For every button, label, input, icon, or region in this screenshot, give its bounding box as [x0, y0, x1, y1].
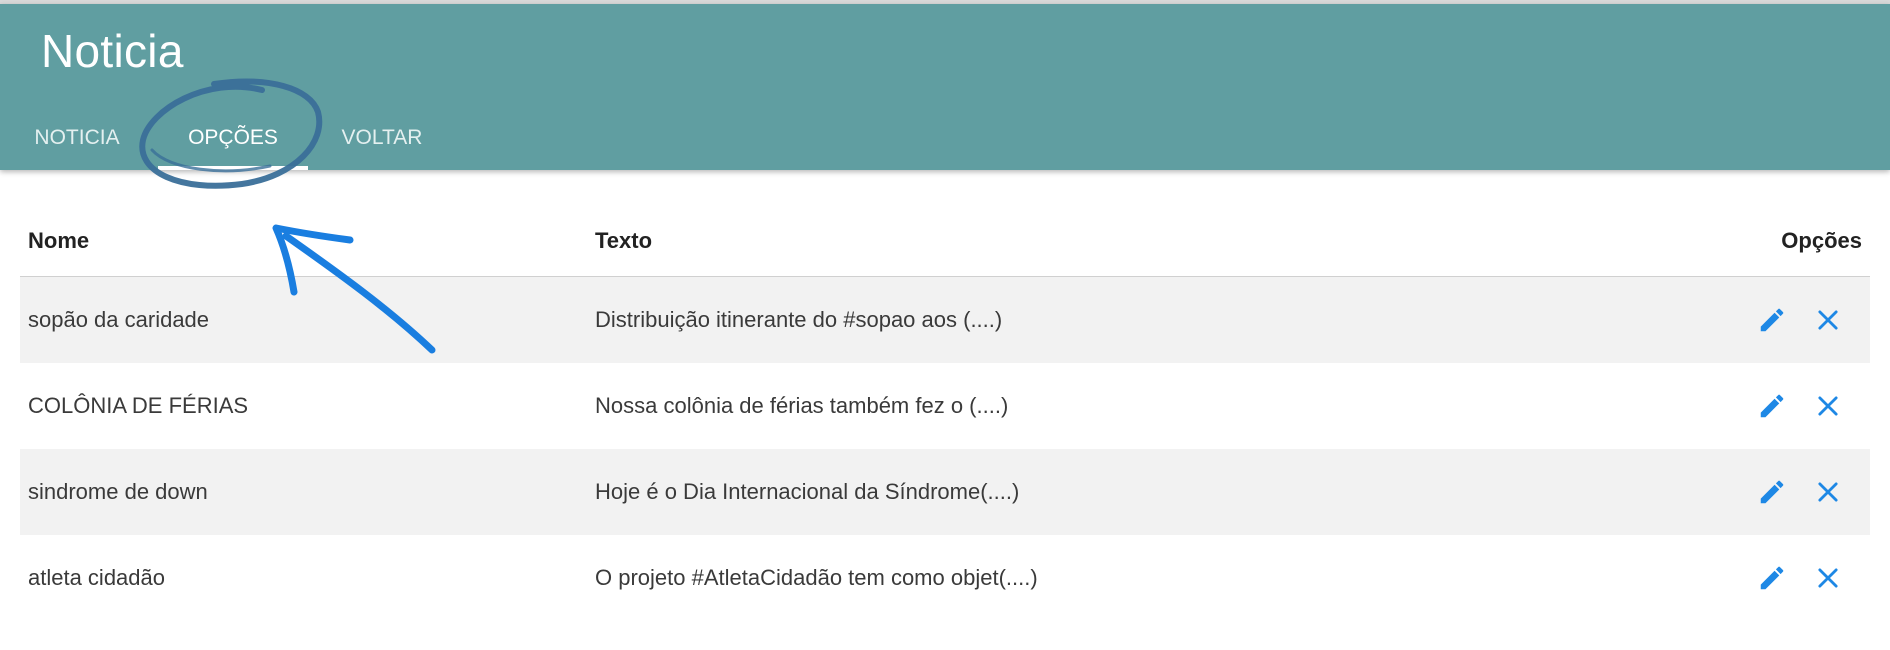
edit-button[interactable]: [1754, 388, 1790, 424]
app-header: Noticia NOTICIA OPÇÕES VOLTAR: [0, 4, 1890, 170]
row-nome: atleta cidadão: [28, 565, 165, 590]
row-nome: sindrome de down: [28, 479, 208, 504]
close-icon: [1818, 568, 1838, 588]
row-actions: [1754, 302, 1846, 338]
row-actions: [1754, 388, 1846, 424]
column-header-opcoes: Opções: [1781, 228, 1862, 253]
table-row: sopão da caridade Distribuição itinerant…: [20, 277, 1870, 363]
close-icon: [1818, 396, 1838, 416]
tab-voltar[interactable]: VOLTAR: [336, 114, 428, 170]
table-row: sindrome de down Hoje é o Dia Internacio…: [20, 449, 1870, 535]
row-texto: Distribuição itinerante do #sopao aos (.…: [595, 307, 1003, 332]
pencil-icon: [1760, 566, 1784, 590]
row-texto: O projeto #AtletaCidadão tem como objet(…: [595, 565, 1038, 590]
row-texto: Nossa colônia de férias também fez o (..…: [595, 393, 1009, 418]
edit-button[interactable]: [1754, 474, 1790, 510]
pencil-icon: [1760, 480, 1784, 504]
table-row: atleta cidadão O projeto #AtletaCidadão …: [20, 535, 1870, 621]
delete-button[interactable]: [1810, 388, 1846, 424]
active-tab-indicator: [158, 166, 308, 170]
edit-button[interactable]: [1754, 302, 1790, 338]
tab-noticia[interactable]: NOTICIA: [24, 114, 130, 170]
table-header: Nome Texto Opções: [20, 200, 1870, 277]
pencil-icon: [1760, 394, 1784, 418]
row-actions: [1754, 474, 1846, 510]
delete-button[interactable]: [1810, 560, 1846, 596]
delete-button[interactable]: [1810, 302, 1846, 338]
close-icon: [1818, 310, 1838, 330]
close-icon: [1818, 482, 1838, 502]
column-header-nome: Nome: [28, 228, 90, 253]
row-nome: sopão da caridade: [28, 307, 210, 332]
tab-opcoes[interactable]: OPÇÕES: [158, 114, 308, 170]
tab-noticia-label: NOTICIA: [34, 126, 120, 149]
row-actions: [1754, 560, 1846, 596]
edit-button[interactable]: [1754, 560, 1790, 596]
table-row: COLÔNIA DE FÉRIAS Nossa colônia de féria…: [20, 363, 1870, 449]
pencil-icon: [1760, 308, 1784, 332]
delete-button[interactable]: [1810, 474, 1846, 510]
tab-opcoes-label: OPÇÕES: [188, 126, 278, 149]
row-nome: COLÔNIA DE FÉRIAS: [28, 393, 249, 418]
column-header-texto: Texto: [595, 228, 653, 253]
page-title: Noticia: [41, 25, 184, 77]
tab-voltar-label: VOLTAR: [341, 126, 423, 149]
row-texto: Hoje é o Dia Internacional da Síndrome(.…: [595, 479, 1020, 504]
news-table: Nome Texto Opções sopão da caridade Dist…: [20, 200, 1870, 621]
